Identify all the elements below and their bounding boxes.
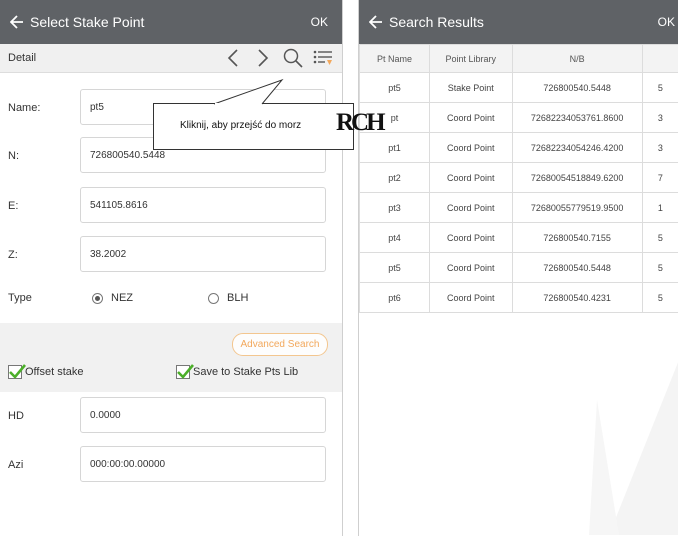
- table-cell: 5: [641, 72, 678, 103]
- table-row[interactable]: pt1 Coord Point 72682234054246.4200 3: [359, 132, 678, 163]
- table-row[interactable]: pt5 Coord Point 726800540.5448 5: [359, 252, 678, 283]
- table-cell: pt3: [359, 192, 430, 223]
- azi-label: Azi: [8, 459, 24, 471]
- offset-stake-label: Offset stake: [25, 366, 84, 378]
- chevron-left-icon[interactable]: [222, 47, 244, 69]
- radio-blh[interactable]: BLH: [208, 292, 248, 304]
- table-header: Pt Name Point Library N/B: [359, 44, 678, 73]
- search-results-panel: Search Results OK Pt Name Point Library …: [358, 0, 678, 536]
- table-cell: pt6: [359, 282, 430, 313]
- e-field[interactable]: 541105.8616: [80, 187, 326, 223]
- name-label: Name:: [8, 102, 41, 114]
- table-cell: 72680055779519.9500: [511, 192, 643, 223]
- table-cell: Stake Point: [428, 72, 513, 103]
- search-icon[interactable]: [282, 47, 304, 69]
- table-cell: pt5: [359, 252, 430, 283]
- table-cell: pt5: [359, 72, 430, 103]
- table-cell: 5: [641, 252, 678, 283]
- back-arrow-icon[interactable]: [8, 13, 26, 31]
- table-row[interactable]: pt2 Coord Point 72680054518849.6200 7: [359, 162, 678, 193]
- table-cell: Coord Point: [428, 252, 513, 283]
- radio-selected-icon: [92, 292, 103, 304]
- table-row[interactable]: pt5 Stake Point 726800540.5448 5: [359, 72, 678, 103]
- type-row: Type NEZ BLH: [0, 292, 342, 312]
- table-cell: 72680054518849.6200: [511, 162, 643, 193]
- radio-unselected-icon: [208, 292, 219, 304]
- filter-list-icon[interactable]: [312, 47, 334, 69]
- column-header[interactable]: Pt Name: [359, 44, 430, 73]
- table-cell: 7: [641, 162, 678, 193]
- table-row[interactable]: pt3 Coord Point 72680055779519.9500 1: [359, 192, 678, 223]
- type-label: Type: [8, 292, 32, 304]
- watermark-graphic: [589, 362, 678, 535]
- right-titlebar: Search Results OK: [359, 0, 678, 44]
- n-label: N:: [8, 150, 19, 162]
- column-header[interactable]: N/B: [511, 44, 643, 73]
- z-field[interactable]: 38.2002: [80, 236, 326, 272]
- table-cell: 72682234054246.4200: [511, 132, 643, 163]
- radio-nez[interactable]: NEZ: [92, 292, 133, 304]
- tooltip-callout[interactable]: Kliknij, aby przejść do morz RCH: [153, 103, 386, 150]
- table-cell: 726800540.7155: [511, 222, 643, 253]
- table-cell: 72682234053761.8600: [511, 102, 643, 133]
- advanced-search-button[interactable]: Advanced Search: [232, 333, 328, 356]
- callout-logo: RCH: [336, 109, 386, 136]
- table-cell: pt2: [359, 162, 430, 193]
- table-cell: 726800540.4231: [511, 282, 643, 313]
- detail-label: Detail: [8, 52, 37, 64]
- back-arrow-icon[interactable]: [367, 13, 385, 31]
- offset-stake-checkbox[interactable]: Offset stake: [8, 364, 84, 379]
- page-title: Select Stake Point: [30, 14, 145, 30]
- e-label: E:: [8, 200, 19, 212]
- table-cell: 5: [641, 222, 678, 253]
- panel-gap: [343, 0, 358, 536]
- column-header[interactable]: [641, 44, 678, 73]
- table-cell: 726800540.5448: [511, 72, 643, 103]
- checkmark-icon: [176, 364, 194, 379]
- table-cell: Coord Point: [428, 282, 513, 313]
- table-cell: pt4: [359, 222, 430, 253]
- hd-field[interactable]: 0.0000: [80, 397, 326, 433]
- results-body: pt5 Stake Point 726800540.5448 5 pt Coord Poi…: [359, 72, 678, 313]
- table-cell: 726800540.5448: [511, 252, 643, 283]
- table-cell: Coord Point: [428, 162, 513, 193]
- azi-field[interactable]: 000:00:00.00000: [80, 446, 326, 482]
- table-cell: Coord Point: [428, 222, 513, 253]
- table-cell: 5: [641, 282, 678, 313]
- radio-blh-label: BLH: [227, 292, 249, 304]
- callout-text: Kliknij, aby przejść do morz: [180, 120, 302, 131]
- ok-button[interactable]: OK: [658, 15, 675, 29]
- column-header[interactable]: Point Library: [428, 44, 513, 73]
- table-cell: Coord Point: [428, 192, 513, 223]
- table-cell: 3: [641, 102, 678, 133]
- table-row[interactable]: pt4 Coord Point 726800540.7155 5: [359, 222, 678, 253]
- z-label: Z:: [8, 249, 18, 261]
- table-cell: 1: [641, 192, 678, 223]
- table-cell: pt1: [359, 132, 430, 163]
- left-titlebar: Select Stake Point OK: [0, 0, 342, 44]
- save-to-lib-label: Save to Stake Pts Lib: [193, 366, 299, 378]
- results-table: Pt Name Point Library N/B pt5 Stake Point…: [359, 44, 678, 313]
- checkmark-icon: [8, 364, 26, 379]
- save-to-lib-checkbox[interactable]: Save to Stake Pts Lib: [176, 364, 299, 379]
- ok-button[interactable]: OK: [311, 15, 328, 29]
- radio-nez-label: NEZ: [111, 292, 133, 304]
- table-row[interactable]: pt Coord Point 72682234053761.8600 3: [359, 102, 678, 133]
- detail-toolbar: Detail: [0, 44, 342, 73]
- chevron-right-icon[interactable]: [252, 47, 274, 69]
- hd-label: HD: [8, 410, 24, 422]
- table-cell: Coord Point: [428, 102, 513, 133]
- table-cell: 3: [641, 132, 678, 163]
- select-stake-point-panel: Select Stake Point OK Detail Name: pt5 N…: [0, 0, 343, 536]
- table-cell: Coord Point: [428, 132, 513, 163]
- page-title: Search Results: [389, 14, 484, 30]
- table-row[interactable]: pt6 Coord Point 726800540.4231 5: [359, 282, 678, 313]
